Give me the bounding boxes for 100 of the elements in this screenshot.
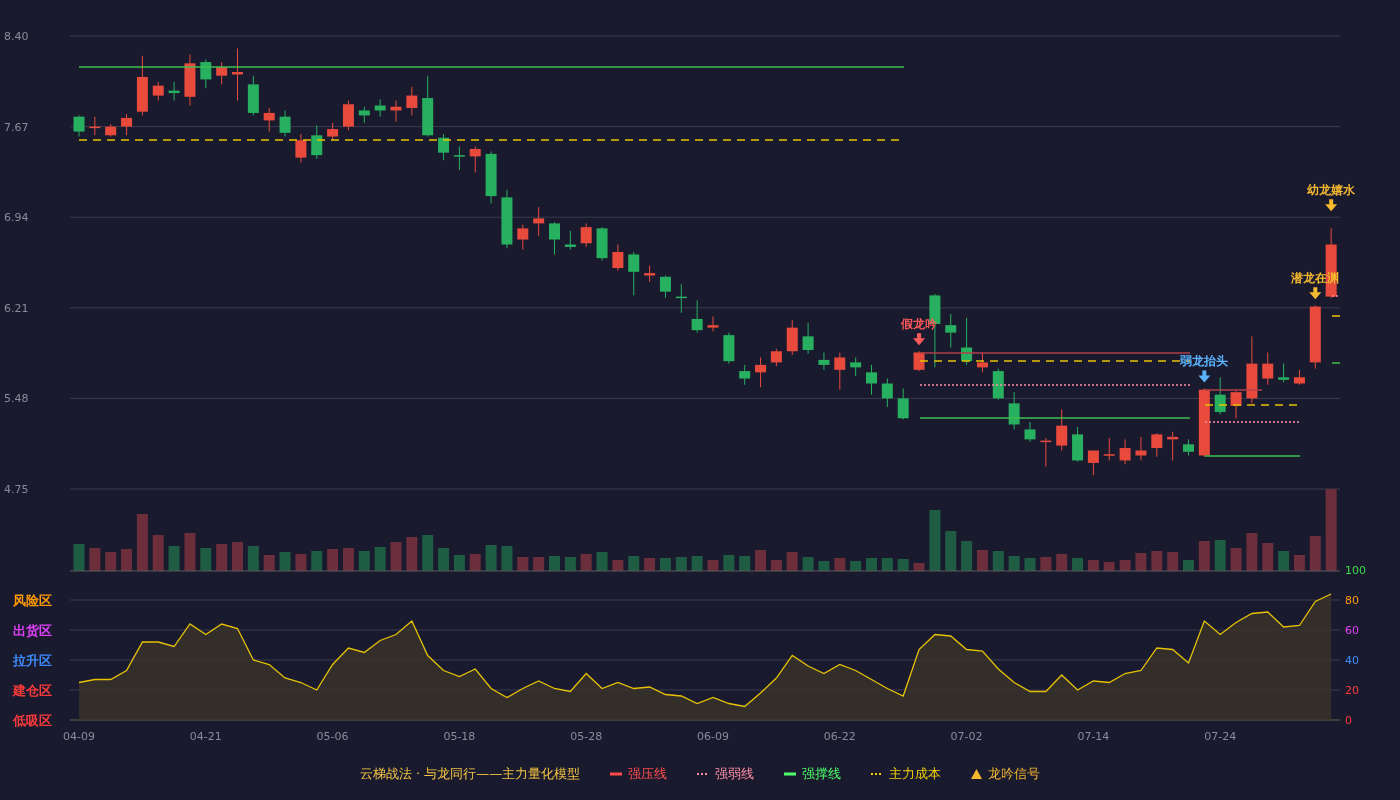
candlestick <box>1278 363 1290 383</box>
candlestick <box>422 75 434 138</box>
candlestick <box>691 299 703 334</box>
candlestick <box>739 364 751 386</box>
candlestick <box>850 356 862 377</box>
volume-bar <box>1309 536 1321 571</box>
volume-bar <box>834 558 846 571</box>
candlestick <box>184 54 196 106</box>
volume-bar <box>913 563 925 571</box>
volume-bar <box>1167 552 1179 571</box>
legend-label: 强压线 <box>628 765 668 783</box>
candlestick <box>73 114 85 138</box>
candlestick <box>295 133 307 164</box>
volume-bar <box>1230 548 1242 571</box>
volume-bar <box>1087 560 1099 571</box>
volume-bar <box>1056 554 1068 571</box>
candlestick <box>913 350 925 372</box>
candlestick <box>961 317 973 366</box>
volume-bar <box>723 555 735 571</box>
candlestick <box>675 283 687 314</box>
axis-label: 04-09 <box>63 730 95 743</box>
candlestick <box>501 189 513 249</box>
volume-bar <box>1072 558 1084 571</box>
candlestick <box>152 81 164 102</box>
candlestick <box>723 332 735 365</box>
volume-bar <box>1183 560 1194 571</box>
volume-bar <box>152 535 164 571</box>
candlestick <box>311 124 323 160</box>
axis-label: 04-21 <box>189 730 222 743</box>
volume-bar <box>342 548 354 571</box>
volume-bar <box>263 555 275 571</box>
volume-bar <box>311 551 323 571</box>
candlestick <box>612 244 624 272</box>
volume-bar <box>374 547 386 571</box>
volume-bar <box>691 556 703 571</box>
axis-label: 60 <box>1345 624 1359 637</box>
candlestick <box>1135 436 1147 461</box>
candlestick <box>1230 390 1242 419</box>
volume-bar <box>1040 557 1052 571</box>
candlestick <box>1040 437 1052 468</box>
resistance-line <box>1204 389 1263 391</box>
axis-label: 20 <box>1345 684 1359 697</box>
volume-bar <box>881 558 893 571</box>
axis-label: 80 <box>1345 594 1359 607</box>
candlestick <box>279 109 291 138</box>
volume-bar <box>422 535 434 571</box>
candlestick <box>549 221 560 255</box>
cost-line <box>1331 315 1341 317</box>
candlestick <box>327 122 339 141</box>
volume-bar <box>755 550 767 571</box>
volume-bar <box>453 555 465 571</box>
volume-bar <box>707 560 719 571</box>
volume-bar <box>89 548 101 571</box>
volume-bar <box>818 561 830 571</box>
volume-bar <box>485 545 497 571</box>
volume-bar <box>1246 533 1258 571</box>
candlestick <box>232 47 243 102</box>
candlestick <box>485 150 497 205</box>
support-line <box>1331 362 1341 364</box>
candlestick <box>374 98 386 118</box>
volume-bar <box>1214 540 1226 571</box>
zone-label: 拉升区 <box>13 653 52 668</box>
axis-label: 07-02 <box>950 730 983 743</box>
candlestick <box>533 206 545 237</box>
candlestick <box>105 123 117 138</box>
candlestick <box>136 55 148 116</box>
candlestick <box>1119 438 1131 465</box>
volume-bar <box>866 558 877 571</box>
candlestick <box>1246 335 1258 404</box>
signal-label: 弱龙抬头 <box>1180 354 1229 369</box>
candlestick <box>1309 304 1321 370</box>
legend-label: 强弱线 <box>715 765 755 783</box>
volume-bar <box>1278 551 1290 571</box>
candlestick <box>121 113 133 136</box>
volume-bar <box>644 558 656 571</box>
volume-bar <box>216 544 228 571</box>
axis-label: 4.75 <box>4 483 29 496</box>
candlestick <box>1103 437 1115 461</box>
candlestick <box>1056 409 1068 452</box>
axis-label: 07-24 <box>1204 730 1237 743</box>
candlestick <box>1167 431 1179 461</box>
volume-bar <box>897 559 909 571</box>
signal-label: 假龙吟 <box>901 317 938 332</box>
volume-bar <box>802 557 814 571</box>
volume-bar <box>596 552 608 571</box>
volume-bar <box>406 537 418 571</box>
candlestick <box>564 230 576 250</box>
candlestick <box>755 356 767 388</box>
candlestick <box>200 59 212 89</box>
candlestick <box>1198 387 1210 458</box>
candlestick <box>1293 369 1305 386</box>
axis-label: 05-18 <box>443 730 476 743</box>
volume-bar <box>1262 543 1274 571</box>
volume-bar <box>612 560 624 571</box>
axis-label: 06-22 <box>823 730 856 743</box>
candlestick <box>438 133 450 161</box>
candlestick <box>644 265 656 283</box>
volume-bar <box>659 558 671 571</box>
volume-bar <box>390 542 402 571</box>
volume-bar <box>945 531 957 571</box>
